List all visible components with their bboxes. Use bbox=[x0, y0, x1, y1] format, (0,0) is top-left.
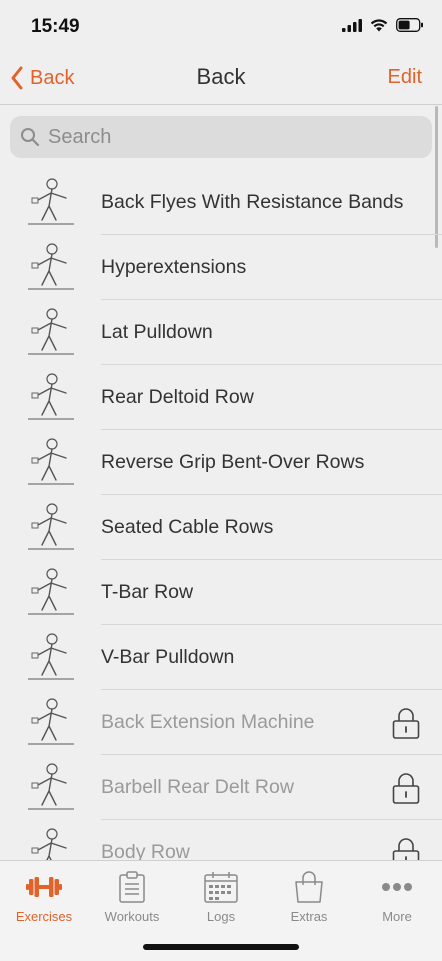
home-indicator bbox=[143, 944, 299, 950]
tab-extras-label: Extras bbox=[290, 909, 328, 924]
list-item[interactable]: T-Bar Row bbox=[0, 560, 442, 625]
exercise-illustration bbox=[22, 759, 80, 816]
exercise-name: Barbell Rear Delt Row bbox=[101, 776, 294, 798]
search-field[interactable] bbox=[10, 116, 432, 158]
list-item[interactable]: V-Bar Pulldown bbox=[0, 625, 442, 690]
tab-extras[interactable]: Extras bbox=[265, 871, 353, 924]
status-time: 15:49 bbox=[31, 16, 80, 37]
edit-button[interactable]: Edit bbox=[388, 66, 422, 89]
tab-more[interactable]: More bbox=[353, 871, 441, 924]
list-item[interactable]: Back Extension Machine bbox=[0, 690, 442, 755]
search-input[interactable] bbox=[46, 124, 410, 150]
list-item[interactable]: Body Row bbox=[0, 820, 442, 860]
clipboard-icon bbox=[88, 871, 176, 903]
search-icon bbox=[20, 127, 40, 147]
dumbbell-icon bbox=[0, 871, 88, 903]
list-item[interactable]: Seated Cable Rows bbox=[0, 495, 442, 560]
exercise-name: Seated Cable Rows bbox=[101, 516, 274, 538]
exercise-illustration bbox=[22, 564, 80, 621]
more-dots-icon bbox=[353, 871, 441, 903]
exercise-name: T-Bar Row bbox=[101, 581, 194, 603]
status-icons bbox=[342, 18, 424, 32]
shopping-bag-icon bbox=[265, 871, 353, 903]
battery-icon bbox=[396, 18, 423, 32]
page-title: Back bbox=[196, 64, 246, 89]
tab-workouts-label: Workouts bbox=[104, 909, 160, 924]
exercise-name: Reverse Grip Bent-Over Rows bbox=[101, 451, 365, 473]
tab-logs-label: Logs bbox=[206, 909, 236, 924]
exercise-illustration bbox=[22, 369, 80, 426]
exercise-illustration bbox=[22, 174, 80, 231]
exercise-name: Lat Pulldown bbox=[101, 321, 213, 343]
cellular-signal-icon bbox=[342, 18, 362, 32]
list-item[interactable]: Reverse Grip Bent-Over Rows bbox=[0, 430, 442, 495]
lock-icon bbox=[392, 707, 420, 739]
exercise-name: Hyperextensions bbox=[101, 256, 247, 278]
tab-exercises[interactable]: Exercises bbox=[0, 871, 88, 924]
exercise-list: Back Flyes With Resistance Bands Hyperext… bbox=[0, 170, 442, 860]
exercise-illustration bbox=[22, 304, 80, 361]
exercise-name: V-Bar Pulldown bbox=[101, 646, 235, 668]
exercise-illustration bbox=[22, 239, 80, 296]
list-item[interactable]: Hyperextensions bbox=[0, 235, 442, 300]
tab-logs[interactable]: Logs bbox=[177, 871, 265, 924]
calendar-icon bbox=[177, 871, 265, 903]
search-bar bbox=[10, 116, 432, 158]
tab-more-label: More bbox=[382, 909, 412, 924]
exercise-illustration bbox=[22, 499, 80, 556]
list-item[interactable]: Back Flyes With Resistance Bands bbox=[0, 170, 442, 235]
navigation-bar: Back Back Edit bbox=[0, 52, 442, 105]
lock-icon bbox=[392, 837, 420, 860]
list-item[interactable]: Lat Pulldown bbox=[0, 300, 442, 365]
exercise-name: Back Extension Machine bbox=[101, 711, 315, 733]
tab-workouts[interactable]: Workouts bbox=[88, 871, 176, 924]
status-bar: 15:49 bbox=[0, 0, 442, 52]
list-item[interactable]: Rear Deltoid Row bbox=[0, 365, 442, 430]
exercise-name: Rear Deltoid Row bbox=[101, 386, 254, 408]
tab-exercises-label: Exercises bbox=[15, 909, 73, 924]
lock-icon bbox=[392, 772, 420, 804]
exercise-illustration bbox=[22, 629, 80, 686]
list-item[interactable]: Barbell Rear Delt Row bbox=[0, 755, 442, 820]
exercise-illustration bbox=[22, 694, 80, 751]
exercise-illustration bbox=[22, 824, 80, 860]
exercise-name: Body Row bbox=[101, 841, 190, 860]
exercise-illustration bbox=[22, 434, 80, 491]
exercise-name: Back Flyes With Resistance Bands bbox=[101, 191, 404, 213]
wifi-icon bbox=[370, 19, 388, 32]
